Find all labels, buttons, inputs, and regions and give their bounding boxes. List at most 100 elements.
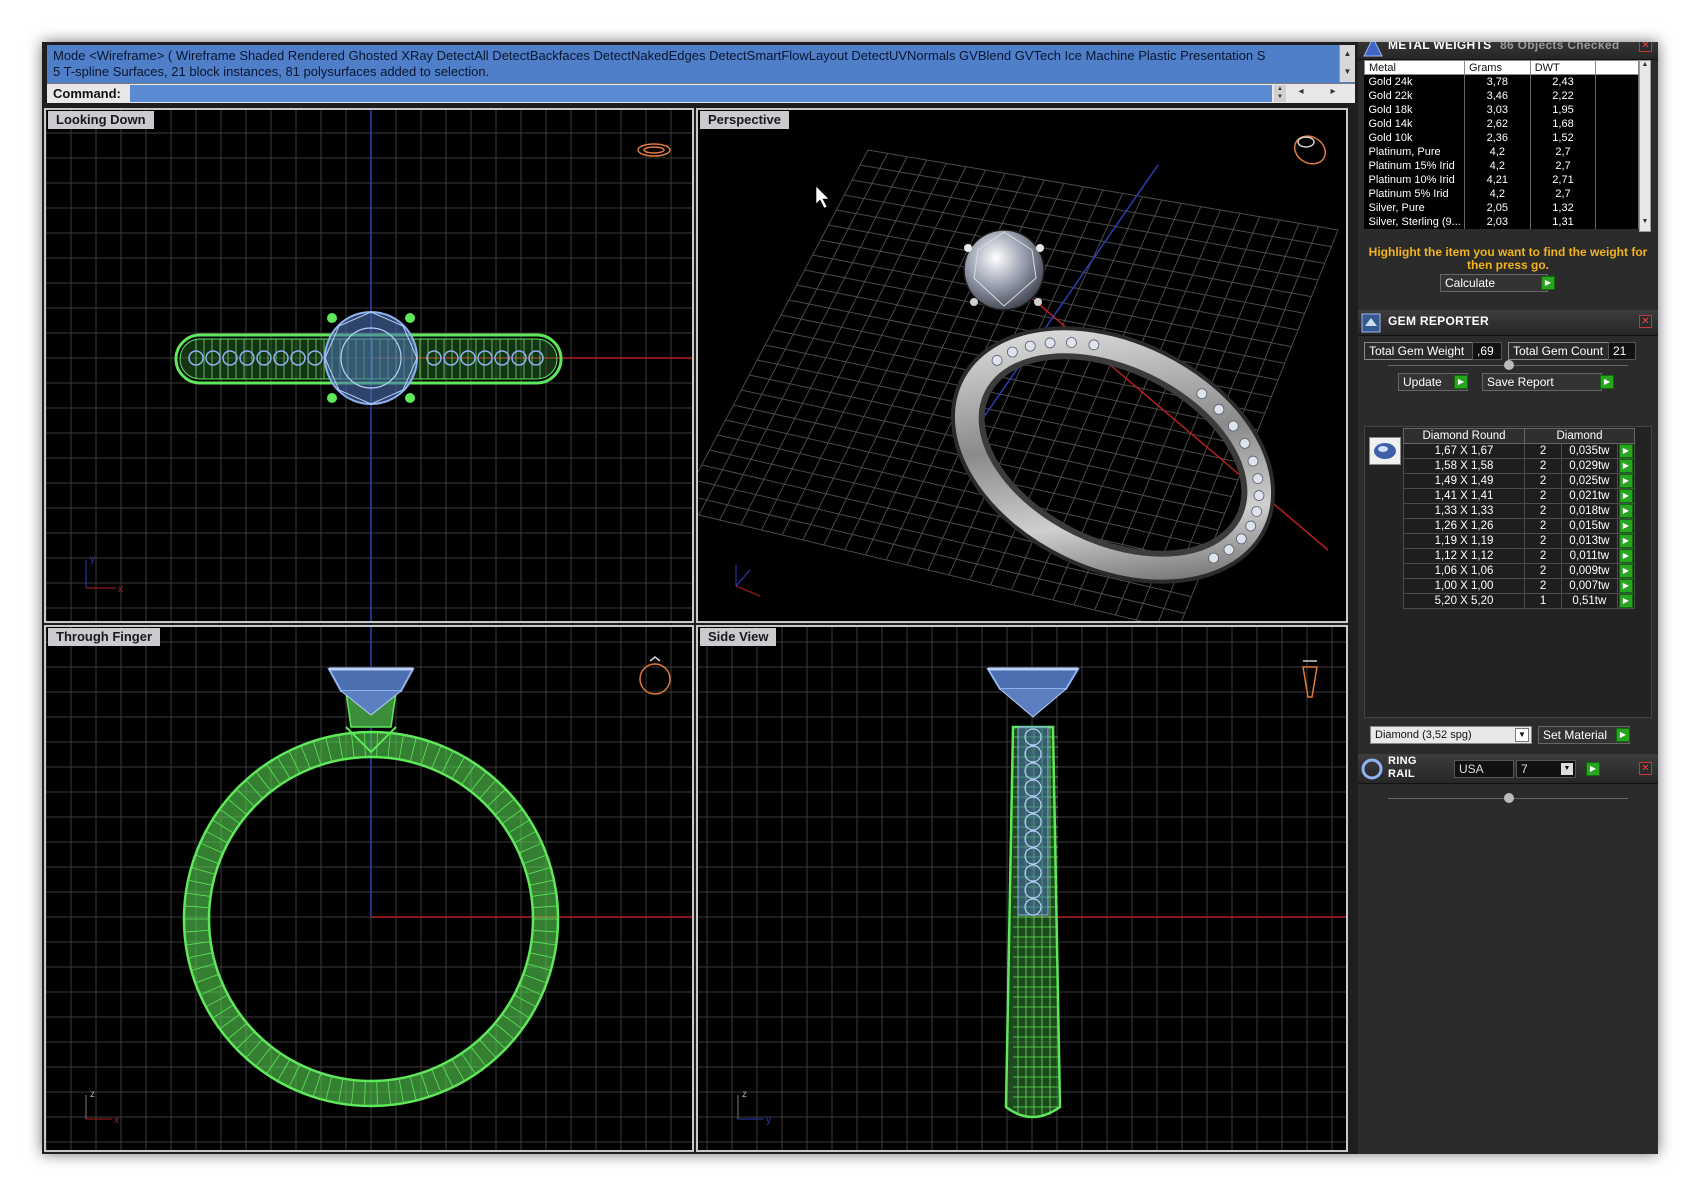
set-material-go-button[interactable]: ▶ — [1616, 728, 1630, 742]
table-row[interactable]: 5,20 X 5,20 1 0,51tw ▶ — [1403, 593, 1636, 609]
chevron-down-icon[interactable]: ▼ — [1561, 763, 1573, 775]
column-header[interactable]: Metal — [1364, 60, 1465, 75]
viewport-title[interactable]: Perspective — [700, 111, 789, 129]
table-row[interactable]: 1,19 X 1,19 2 0,013tw ▶ — [1403, 533, 1636, 549]
table-row[interactable]: Gold 14k 2,62 1,68 — [1364, 116, 1639, 131]
material-select[interactable]: Diamond (3,52 spg) ▼ — [1370, 726, 1532, 744]
table-row[interactable]: Gold 24k 3,78 2,43 — [1364, 74, 1639, 89]
table-cell: 1,12 X 1,12 — [1403, 548, 1525, 564]
save-report-go-button[interactable]: ▶ — [1600, 375, 1614, 389]
axis-x-label: x — [118, 584, 123, 595]
table-cell: 0,011tw — [1561, 548, 1618, 564]
table-cell: 2,7 — [1530, 158, 1597, 173]
table-cell: 2,03 — [1464, 214, 1531, 229]
close-icon[interactable]: ✕ — [1639, 762, 1652, 775]
select-gem-button[interactable]: ▶ — [1618, 489, 1633, 503]
table-row[interactable]: 1,41 X 1,41 2 0,021tw ▶ — [1403, 488, 1636, 504]
table-cell: 0,035tw — [1561, 443, 1618, 459]
table-row[interactable]: Platinum 10% Irid 4,21 2,71 — [1364, 172, 1639, 187]
select-gem-button[interactable]: ▶ — [1618, 519, 1633, 533]
table-row[interactable]: Platinum 15% Irid 4,2 2,7 — [1364, 158, 1639, 173]
table-cell: 2 — [1523, 548, 1563, 564]
viewport-title[interactable]: Side View — [700, 628, 777, 646]
viewport-canvas[interactable]: y x — [46, 110, 692, 621]
close-icon[interactable]: ✕ — [1639, 42, 1652, 52]
table-row[interactable]: 1,33 X 1,33 2 0,018tw ▶ — [1403, 503, 1636, 519]
viewport-perspective[interactable]: Perspective — [696, 108, 1348, 623]
save-report-button[interactable]: Save Report — [1482, 373, 1602, 391]
table-row[interactable]: 1,67 X 1,67 2 0,035tw ▶ — [1403, 443, 1636, 459]
viewport-side-view[interactable]: Side View z y — [696, 625, 1348, 1152]
table-row[interactable]: 1,00 X 1,00 2 0,007tw ▶ — [1403, 578, 1636, 594]
arrow-left-icon[interactable]: ◂ — [1293, 86, 1309, 97]
command-spinner[interactable]: ▲ ▼ — [1274, 85, 1286, 102]
column-header[interactable]: Diamond Round — [1403, 428, 1525, 444]
viewport-looking-down[interactable]: Looking Down y x — [44, 108, 694, 623]
metal-table-scrollbar[interactable]: ▲ ▼ — [1639, 60, 1651, 232]
viewport-canvas[interactable]: z x — [46, 627, 692, 1150]
select-gem-button[interactable]: ▶ — [1618, 459, 1633, 473]
viewport-through-finger[interactable]: Through Finger z x — [44, 625, 694, 1152]
diamond-icon[interactable] — [1369, 437, 1401, 465]
table-row[interactable]: Silver, Sterling (9... 2,03 1,31 — [1364, 214, 1639, 229]
table-cell: 0,013tw — [1561, 533, 1618, 549]
table-cell: 1,95 — [1530, 102, 1597, 117]
table-cell: 1,67 X 1,67 — [1403, 443, 1525, 459]
viewport-title[interactable]: Looking Down — [48, 111, 154, 129]
table-row[interactable]: Gold 18k 3,03 1,95 — [1364, 102, 1639, 117]
scroll-down-icon[interactable]: ▼ — [1340, 63, 1355, 81]
table-cell: Gold 22k — [1364, 88, 1465, 103]
command-input[interactable] — [130, 85, 1272, 102]
column-header[interactable]: Grams — [1463, 60, 1531, 75]
table-cell: Gold 24k — [1364, 74, 1465, 89]
table-row[interactable]: Silver, Pure 2,05 1,32 — [1364, 200, 1639, 215]
viewport-canvas[interactable]: z y — [698, 627, 1346, 1150]
calculate-button[interactable]: Calculate — [1440, 274, 1548, 292]
table-cell: 2 — [1523, 458, 1563, 474]
select-gem-button[interactable]: ▶ — [1618, 444, 1633, 458]
ring-size-select[interactable]: 7 ▼ — [1516, 760, 1576, 778]
calculate-go-button[interactable]: ▶ — [1541, 276, 1555, 290]
table-cell: 1,06 X 1,06 — [1403, 563, 1525, 579]
table-row[interactable]: Gold 22k 3,46 2,22 — [1364, 88, 1639, 103]
collapse-handle[interactable] — [1504, 793, 1514, 803]
table-row[interactable]: 1,58 X 1,58 2 0,029tw ▶ — [1403, 458, 1636, 474]
table-cell: 1,19 X 1,19 — [1403, 533, 1525, 549]
select-gem-button[interactable]: ▶ — [1618, 594, 1633, 608]
select-gem-button[interactable]: ▶ — [1618, 534, 1633, 548]
table-row[interactable]: Platinum 5% Irid 4,2 2,7 — [1364, 186, 1639, 201]
table-cell: Platinum, Pure — [1364, 144, 1465, 159]
column-header[interactable]: Diamond — [1524, 428, 1635, 444]
table-cell: Platinum 5% Irid — [1364, 186, 1465, 201]
select-gem-button[interactable]: ▶ — [1618, 474, 1633, 488]
column-header[interactable]: DWT — [1529, 60, 1597, 75]
close-icon[interactable]: ✕ — [1639, 315, 1652, 328]
arrow-right-icon[interactable]: ▸ — [1325, 86, 1341, 97]
collapse-handle[interactable] — [1504, 360, 1514, 370]
scroll-up-icon[interactable]: ▲ — [1340, 45, 1355, 63]
table-cell — [1595, 158, 1639, 173]
select-gem-button[interactable]: ▶ — [1618, 504, 1633, 518]
command-history-scrollbar[interactable]: ▲ ▼ — [1339, 45, 1355, 82]
table-cell: 2 — [1523, 518, 1563, 534]
ring-size-region-field[interactable]: USA — [1454, 760, 1514, 778]
table-row[interactable]: Gold 10k 2,36 1,52 — [1364, 130, 1639, 145]
ring-rail-go-button[interactable]: ▶ — [1586, 762, 1600, 776]
select-gem-button[interactable]: ▶ — [1618, 549, 1633, 563]
table-row[interactable]: 1,26 X 1,26 2 0,015tw ▶ — [1403, 518, 1636, 534]
table-cell: Gold 14k — [1364, 116, 1465, 131]
select-gem-button[interactable]: ▶ — [1618, 579, 1633, 593]
viewport-canvas[interactable] — [698, 110, 1346, 621]
update-go-button[interactable]: ▶ — [1454, 375, 1468, 389]
table-row[interactable]: 1,12 X 1,12 2 0,011tw ▶ — [1403, 548, 1636, 564]
column-header — [1595, 60, 1639, 75]
viewport-title[interactable]: Through Finger — [48, 628, 161, 646]
table-row[interactable]: 1,49 X 1,49 2 0,025tw ▶ — [1403, 473, 1636, 489]
ring-side-wireframe — [986, 667, 1080, 1119]
table-cell: 1,00 X 1,00 — [1403, 578, 1525, 594]
ring-size-value: 7 — [1521, 762, 1528, 776]
chevron-down-icon[interactable]: ▼ — [1515, 728, 1529, 742]
table-row[interactable]: 1,06 X 1,06 2 0,009tw ▶ — [1403, 563, 1636, 579]
select-gem-button[interactable]: ▶ — [1618, 564, 1633, 578]
table-row[interactable]: Platinum, Pure 4,2 2,7 — [1364, 144, 1639, 159]
